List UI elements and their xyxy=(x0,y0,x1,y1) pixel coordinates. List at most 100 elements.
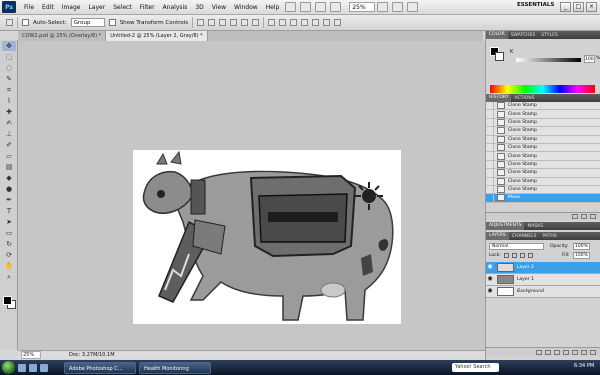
rotate-view-icon[interactable] xyxy=(407,2,419,12)
layer-row[interactable]: ◉ Layer 1 xyxy=(486,274,600,286)
show-desktop-icon[interactable] xyxy=(18,363,26,372)
bridge-icon[interactable] xyxy=(285,2,297,12)
history-item[interactable]: Clone Stamp xyxy=(486,102,600,111)
history-item[interactable]: Clone Stamp xyxy=(486,118,600,128)
foreground-color-swatch[interactable] xyxy=(3,296,12,305)
workspace-switcher[interactable]: ESSENTIALS xyxy=(517,2,554,8)
tab-masks[interactable]: MASKS xyxy=(524,224,546,229)
tab-actions[interactable]: ACTIONS xyxy=(511,96,537,101)
quick-select-tool-icon[interactable]: ✎ xyxy=(2,74,16,84)
add-mask-icon[interactable] xyxy=(554,349,560,355)
history-item[interactable]: Clone Stamp xyxy=(486,152,600,161)
eyedropper-tool-icon[interactable]: ⌇ xyxy=(2,96,16,106)
cow-image[interactable] xyxy=(133,150,401,324)
taskbar-health-monitoring[interactable]: Health Monitoring xyxy=(139,361,211,374)
history-item[interactable]: Clone Stamp xyxy=(486,160,600,170)
history-item[interactable]: Clone Stamp xyxy=(486,135,600,144)
lock-position-icon[interactable] xyxy=(520,253,525,258)
yahoo-search-field[interactable]: Yahoo! Search xyxy=(452,363,499,372)
tab-adjustments[interactable]: ADJUSTMENTS xyxy=(486,222,525,230)
3d-orbit-tool-icon[interactable]: ⟳ xyxy=(2,250,16,260)
new-group-icon[interactable] xyxy=(572,349,578,355)
menu-layer[interactable]: Layer xyxy=(84,0,109,15)
layer-name[interactable]: Layer 2 xyxy=(517,265,534,270)
trash-icon[interactable] xyxy=(590,349,596,355)
color-spectrum[interactable] xyxy=(490,85,595,93)
opacity-field[interactable]: 100% xyxy=(573,243,590,250)
auto-select-dropdown[interactable]: Group xyxy=(70,18,105,27)
auto-align-icon[interactable] xyxy=(334,19,342,26)
zoom-select[interactable]: 25% xyxy=(349,2,376,12)
menu-select[interactable]: Select xyxy=(109,0,136,15)
tab-history[interactable]: HISTORY xyxy=(486,94,512,102)
tab-cow2[interactable]: COW2.psd @ 25% (Overlay/8) * xyxy=(18,31,107,41)
history-item[interactable]: Clone Stamp xyxy=(486,168,600,178)
menu-view[interactable]: View xyxy=(208,0,230,15)
history-item[interactable]: Clone Stamp xyxy=(486,185,600,195)
maximize-button[interactable]: □ xyxy=(573,2,584,12)
explorer-icon[interactable] xyxy=(40,363,48,372)
distribute-right-icon[interactable] xyxy=(323,19,331,26)
zoom-tool-icon[interactable] xyxy=(330,2,342,12)
align-center-icon[interactable] xyxy=(241,19,249,26)
eraser-tool-icon[interactable]: ▱ xyxy=(2,151,16,161)
layer-name[interactable]: Layer 1 xyxy=(517,277,534,282)
document-canvas[interactable] xyxy=(133,150,401,324)
align-left-icon[interactable] xyxy=(230,19,238,26)
tab-styles[interactable]: STYLES xyxy=(538,33,561,38)
layer-name[interactable]: Background xyxy=(517,289,544,294)
eye-icon[interactable]: ◉ xyxy=(486,287,494,297)
menu-edit[interactable]: Edit xyxy=(38,0,58,15)
history-item-selected[interactable]: Move xyxy=(486,194,600,203)
path-select-tool-icon[interactable]: ➤ xyxy=(2,217,16,227)
eye-icon[interactable]: ◉ xyxy=(486,275,494,285)
tab-channels[interactable]: CHANNELS xyxy=(509,234,540,239)
eye-icon[interactable]: ◉ xyxy=(486,263,494,273)
move-tool-icon[interactable]: ✥ xyxy=(2,41,16,51)
k-slider[interactable] xyxy=(516,58,581,62)
fill-field[interactable]: 100% xyxy=(573,252,590,259)
start-button[interactable] xyxy=(2,361,15,374)
blend-mode-select[interactable]: Normal xyxy=(489,243,544,250)
menu-file[interactable]: File xyxy=(20,0,38,15)
new-snapshot-icon[interactable] xyxy=(572,214,578,219)
show-transform-checkbox[interactable] xyxy=(108,19,116,26)
tab-untitled-2[interactable]: Untitled-2 @ 25% (Layer 2, Gray/8) * xyxy=(106,31,208,41)
menu-window[interactable]: Window xyxy=(230,0,262,15)
tab-color[interactable]: COLOR xyxy=(486,31,508,39)
menu-analysis[interactable]: Analysis xyxy=(159,0,192,15)
auto-select-checkbox[interactable] xyxy=(22,19,29,26)
arrange-documents-icon[interactable] xyxy=(392,2,404,12)
tab-paths[interactable]: PATHS xyxy=(539,234,559,239)
menu-help[interactable]: Help xyxy=(262,0,284,15)
distribute-middle-icon[interactable] xyxy=(279,19,287,26)
document-info[interactable]: Doc: 3.27M/10.1M xyxy=(69,352,115,358)
panel-background-swatch[interactable] xyxy=(495,52,504,61)
align-top-icon[interactable] xyxy=(197,19,205,26)
clone-stamp-tool-icon[interactable]: ⊥ xyxy=(2,129,16,139)
pen-tool-icon[interactable]: ✒ xyxy=(2,195,16,205)
minimize-button[interactable]: _ xyxy=(560,2,571,12)
lock-all-icon[interactable] xyxy=(528,253,533,258)
shape-tool-icon[interactable]: ▭ xyxy=(2,228,16,238)
hand-tool-icon[interactable] xyxy=(315,2,327,12)
history-item[interactable]: Clone Stamp xyxy=(486,126,600,136)
k-value-field[interactable]: 100 xyxy=(584,55,595,63)
new-document-icon[interactable] xyxy=(581,214,587,219)
trash-icon[interactable] xyxy=(590,214,596,219)
distribute-left-icon[interactable] xyxy=(301,19,309,26)
blur-tool-icon[interactable]: ◆ xyxy=(2,173,16,183)
close-button[interactable]: × xyxy=(586,2,597,12)
layer-row[interactable]: ◉ Background xyxy=(486,286,600,298)
new-layer-icon[interactable] xyxy=(581,349,587,355)
gradient-tool-icon[interactable]: ▤ xyxy=(2,162,16,172)
layer-style-icon[interactable] xyxy=(545,349,551,355)
move-tool-preset-icon[interactable] xyxy=(6,19,13,26)
ie-icon[interactable] xyxy=(29,363,37,372)
zoom-status-field[interactable]: 25% xyxy=(21,351,41,359)
tab-layers[interactable]: LAYERS xyxy=(486,232,509,240)
distribute-bottom-icon[interactable] xyxy=(290,19,298,26)
canvas-area[interactable] xyxy=(18,41,485,350)
history-item[interactable]: Clone Stamp xyxy=(486,177,600,186)
screen-mode-icon[interactable] xyxy=(377,2,389,12)
